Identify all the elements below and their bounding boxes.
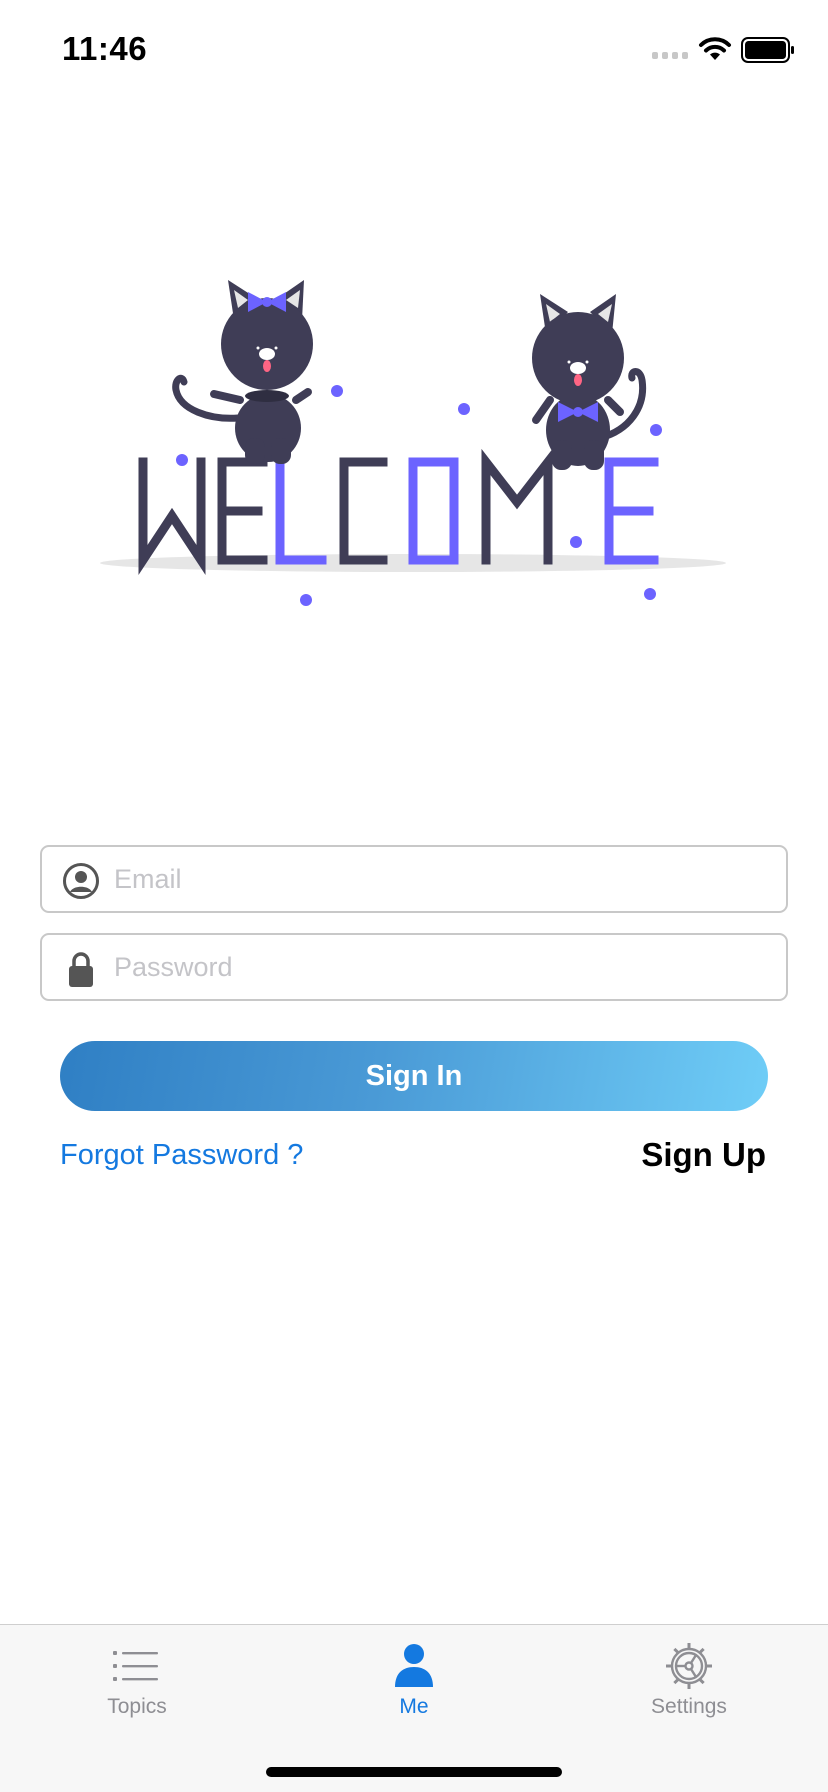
tab-settings[interactable]: Settings	[599, 1625, 779, 1735]
status-time: 11:46	[62, 30, 148, 67]
email-field[interactable]	[40, 845, 788, 913]
sign-in-button[interactable]: Sign In	[60, 1041, 768, 1111]
tab-topics[interactable]: Topics	[47, 1625, 227, 1735]
list-icon	[113, 1651, 158, 1681]
forgot-password-link[interactable]: Forgot Password ?	[60, 1139, 303, 1172]
sign-up-link[interactable]: Sign Up	[641, 1136, 766, 1174]
tab-me-label: Me	[399, 1695, 429, 1718]
gear-icon	[666, 1643, 712, 1689]
email-input[interactable]	[114, 847, 774, 911]
person-icon	[395, 1644, 433, 1687]
welcome-cats-illustration	[100, 280, 726, 606]
password-field[interactable]	[40, 933, 788, 1001]
tab-settings-label: Settings	[651, 1695, 727, 1718]
home-indicator[interactable]	[266, 1767, 562, 1777]
password-input[interactable]	[114, 935, 774, 999]
tab-me[interactable]: Me	[324, 1625, 504, 1735]
battery-icon	[741, 37, 794, 63]
signal-icon	[652, 52, 688, 59]
user-circle-icon	[63, 863, 99, 899]
status-bar: 11:46	[0, 0, 828, 100]
lock-icon	[69, 952, 93, 987]
tab-topics-label: Topics	[107, 1695, 167, 1718]
wifi-icon	[699, 37, 731, 60]
